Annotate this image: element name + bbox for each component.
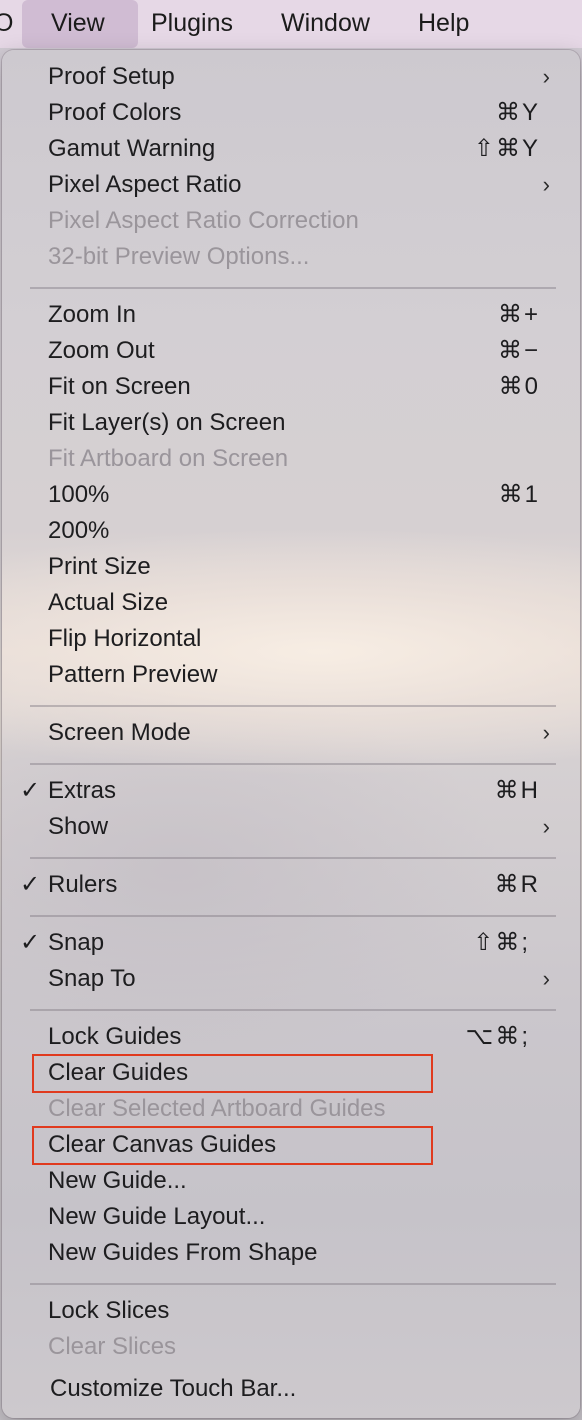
menu-item-label: Extras bbox=[48, 777, 117, 804]
menu-item-label: Actual Size bbox=[48, 589, 169, 616]
menu-item-pixel-aspect-ratio-correction: Pixel Aspect Ratio Correction bbox=[2, 203, 580, 239]
menu-item-customize-touch-bar[interactable]: Customize Touch Bar... bbox=[2, 1371, 580, 1407]
shortcut-label: ⌘H bbox=[494, 777, 540, 804]
menu-separator bbox=[30, 705, 556, 707]
menu-item-show[interactable]: Show › bbox=[2, 809, 580, 845]
menu-separator bbox=[30, 915, 556, 917]
menu-item-label: Flip Horizontal bbox=[48, 625, 202, 652]
menu-item-32-bit-preview-options: 32-bit Preview Options... bbox=[2, 239, 580, 275]
menu-item-lock-slices[interactable]: Lock Slices bbox=[2, 1293, 580, 1329]
menu-item-label: Show bbox=[48, 813, 109, 840]
menu-item-label: Fit on Screen bbox=[48, 373, 191, 400]
shortcut-label: ⌘+ bbox=[497, 301, 540, 328]
menu-item-label: Snap bbox=[48, 929, 105, 956]
menu-item-label: Proof Colors bbox=[48, 99, 182, 126]
menu-item-label: Pixel Aspect Ratio bbox=[48, 171, 242, 198]
menu-item-zoom-out[interactable]: Zoom Out ⌘− bbox=[2, 333, 580, 369]
menu-item-label: New Guide... bbox=[48, 1167, 187, 1194]
shortcut-label: ⌘R bbox=[494, 871, 540, 898]
menu-item-label: New Guides From Shape bbox=[48, 1239, 318, 1266]
menu-item-label: Clear Slices bbox=[48, 1333, 177, 1360]
shortcut-label: ⇧⌘Y bbox=[473, 135, 540, 162]
highlight-box bbox=[32, 1126, 433, 1165]
menubar-item-view[interactable]: View bbox=[22, 0, 138, 48]
highlight-box bbox=[32, 1054, 433, 1093]
menubar-item-plugins[interactable]: Plugins bbox=[151, 0, 233, 48]
chevron-right-icon: › bbox=[542, 172, 550, 197]
checkmark-icon: ✓ bbox=[20, 871, 41, 898]
menu-bar: O View Plugins Window Help bbox=[0, 0, 582, 48]
chevron-right-icon: › bbox=[542, 720, 550, 745]
checkmark-icon: ✓ bbox=[20, 777, 41, 804]
menu-item-label: 100% bbox=[48, 481, 110, 508]
menu-separator bbox=[30, 287, 556, 289]
menu-item-fit-artboard-on-screen: Fit Artboard on Screen bbox=[2, 441, 580, 477]
menu-item-label: Pixel Aspect Ratio Correction bbox=[48, 207, 359, 234]
shortcut-label: ⌘0 bbox=[498, 373, 540, 400]
menu-item-label: Lock Guides bbox=[48, 1023, 182, 1050]
menubar-item-partial[interactable]: O bbox=[0, 0, 14, 48]
menu-item-label: 200% bbox=[48, 517, 110, 544]
menu-item-fit-on-screen[interactable]: Fit on Screen ⌘0 bbox=[2, 369, 580, 405]
menu-item-label: Fit Layer(s) on Screen bbox=[48, 409, 286, 436]
shortcut-label: ⌘− bbox=[497, 337, 540, 364]
menu-item-label: Rulers bbox=[48, 871, 118, 898]
menubar-item-window[interactable]: Window bbox=[281, 0, 370, 48]
chevron-right-icon: › bbox=[542, 966, 550, 991]
menu-item-label: Print Size bbox=[48, 553, 151, 580]
menu-item-label: Clear Selected Artboard Guides bbox=[48, 1095, 386, 1122]
menu-item-new-guides-from-shape[interactable]: New Guides From Shape bbox=[2, 1235, 580, 1271]
menu-item-gamut-warning[interactable]: Gamut Warning ⇧⌘Y bbox=[2, 131, 580, 167]
menu-item-screen-mode[interactable]: Screen Mode › bbox=[2, 715, 580, 751]
menu-item-extras[interactable]: ✓ Extras ⌘H bbox=[2, 773, 580, 809]
menu-item-label: Zoom In bbox=[48, 301, 137, 328]
menu-item-flip-horizontal[interactable]: Flip Horizontal bbox=[2, 621, 580, 657]
menu-item-snap-to[interactable]: Snap To › bbox=[2, 961, 580, 997]
menu-separator bbox=[30, 763, 556, 765]
chevron-right-icon: › bbox=[542, 64, 550, 89]
menu-item-print-size[interactable]: Print Size bbox=[2, 549, 580, 585]
menu-separator bbox=[30, 1009, 556, 1011]
menu-item-actual-size[interactable]: Actual Size bbox=[2, 585, 580, 621]
menu-item-pixel-aspect-ratio[interactable]: Pixel Aspect Ratio › bbox=[2, 167, 580, 203]
menu-item-label: New Guide Layout... bbox=[48, 1203, 266, 1230]
menu-item-label: Lock Slices bbox=[48, 1297, 170, 1324]
menu-item-lock-guides[interactable]: Lock Guides ⌥⌘; bbox=[2, 1019, 580, 1055]
menu-item-clear-slices: Clear Slices bbox=[2, 1329, 580, 1365]
menu-item-label: Pattern Preview bbox=[48, 661, 218, 688]
menu-item-fit-layer-s-on-screen[interactable]: Fit Layer(s) on Screen bbox=[2, 405, 580, 441]
menu-item-proof-setup[interactable]: Proof Setup › bbox=[2, 59, 580, 95]
shortcut-label: ⇧⌘; bbox=[473, 929, 530, 956]
menu-item-snap[interactable]: ✓ Snap ⇧⌘; bbox=[2, 925, 580, 961]
menubar-item-help[interactable]: Help bbox=[418, 0, 469, 48]
menu-item-label: Zoom Out bbox=[48, 337, 155, 364]
menu-item-zoom-in[interactable]: Zoom In ⌘+ bbox=[2, 297, 580, 333]
menu-item-clear-selected-artboard-guides: Clear Selected Artboard Guides bbox=[2, 1091, 580, 1127]
menu-item-label: Fit Artboard on Screen bbox=[48, 445, 289, 472]
menu-item-200[interactable]: 200% bbox=[2, 513, 580, 549]
menu-item-new-guide[interactable]: New Guide... bbox=[2, 1163, 580, 1199]
menu-item-label: Proof Setup bbox=[48, 63, 175, 90]
menu-item-label: Gamut Warning bbox=[48, 135, 216, 162]
menu-separator bbox=[30, 1283, 556, 1285]
menu-item-proof-colors[interactable]: Proof Colors ⌘Y bbox=[2, 95, 580, 131]
menu-item-label: Screen Mode bbox=[48, 719, 191, 746]
menu-item-label: Snap To bbox=[48, 965, 136, 992]
chevron-right-icon: › bbox=[542, 814, 550, 839]
menu-item-label: Customize Touch Bar... bbox=[50, 1375, 297, 1402]
shortcut-label: ⌥⌘; bbox=[465, 1023, 530, 1050]
menu-item-label: 32-bit Preview Options... bbox=[48, 243, 310, 270]
view-menu-dropdown: Proof Setup › Proof Colors ⌘Y Gamut Warning ⇧… bbox=[2, 50, 580, 1418]
menu-separator bbox=[30, 857, 556, 859]
menu-item-100[interactable]: 100% ⌘1 bbox=[2, 477, 580, 513]
checkmark-icon: ✓ bbox=[20, 929, 41, 956]
menu-item-pattern-preview[interactable]: Pattern Preview bbox=[2, 657, 580, 693]
menu-item-rulers[interactable]: ✓ Rulers ⌘R bbox=[2, 867, 580, 903]
shortcut-label: ⌘Y bbox=[495, 99, 540, 126]
menu-item-new-guide-layout[interactable]: New Guide Layout... bbox=[2, 1199, 580, 1235]
shortcut-label: ⌘1 bbox=[498, 481, 540, 508]
